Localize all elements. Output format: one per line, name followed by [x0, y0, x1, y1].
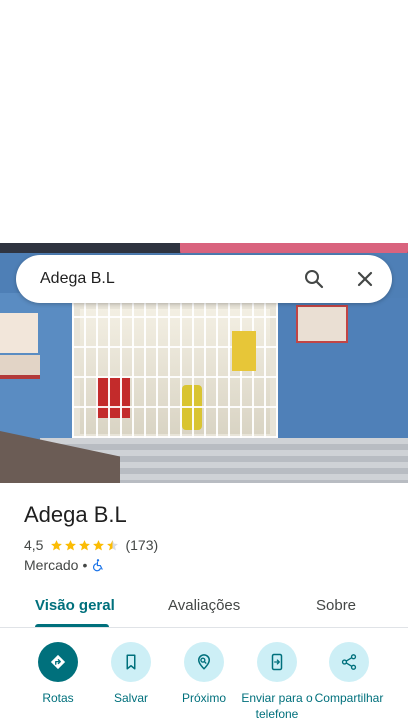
share-button[interactable]: Compartilhar [309, 642, 389, 726]
rating-value: 4,5 [24, 537, 44, 553]
active-tab-indicator [35, 624, 109, 627]
tab-reviews[interactable]: Avaliações [168, 596, 240, 616]
map-blank-area [0, 0, 408, 243]
category-row: Mercado • [24, 556, 105, 574]
separator-dot: • [82, 557, 88, 573]
directions-button[interactable]: Rotas [18, 642, 98, 726]
share-button-circle[interactable] [329, 642, 369, 682]
tab-overview[interactable]: Visão geral [35, 596, 115, 616]
close-icon[interactable] [353, 267, 377, 291]
photo-poster-left-top [0, 313, 38, 353]
place-tabs: Visão geral Avaliações Sobre [0, 586, 408, 628]
search-icon[interactable] [302, 267, 326, 291]
save-button[interactable]: Salvar [91, 642, 171, 726]
nearby-button[interactable]: Próximo [164, 642, 244, 726]
star-icon [65, 539, 77, 550]
bookmark-icon [126, 654, 136, 670]
rating-stars [50, 539, 120, 552]
send-to-phone-icon [271, 653, 283, 671]
star-icon [79, 539, 91, 550]
star-half-icon [107, 539, 119, 550]
photo-poster-left-bottom [0, 355, 40, 379]
rating-row[interactable]: 4,5 (173) [24, 536, 158, 554]
place-title: Adega B.L [24, 502, 127, 527]
star-icon [93, 539, 105, 550]
directions-icon [50, 654, 66, 670]
nearby-icon [197, 654, 211, 670]
send-to-phone-button-circle[interactable] [257, 642, 297, 682]
photo-poster-yellow [232, 331, 256, 371]
send-to-phone-button[interactable]: Enviar para o telefone [237, 642, 317, 726]
review-count[interactable]: (173) [125, 537, 158, 553]
tab-about[interactable]: Sobre [316, 596, 356, 616]
share-label: Compartilhar [314, 691, 384, 705]
save-button-circle[interactable] [111, 642, 151, 682]
star-icon [51, 539, 63, 550]
photo-poster-right [296, 305, 348, 343]
directions-button-circle[interactable] [38, 642, 78, 682]
place-category: Mercado [24, 557, 79, 573]
share-icon [341, 654, 357, 670]
search-query[interactable]: Adega B.L [40, 269, 115, 289]
search-bar[interactable]: Adega B.L [16, 255, 392, 303]
wheelchair-accessible-icon [93, 559, 104, 572]
nearby-button-circle[interactable] [184, 642, 224, 682]
